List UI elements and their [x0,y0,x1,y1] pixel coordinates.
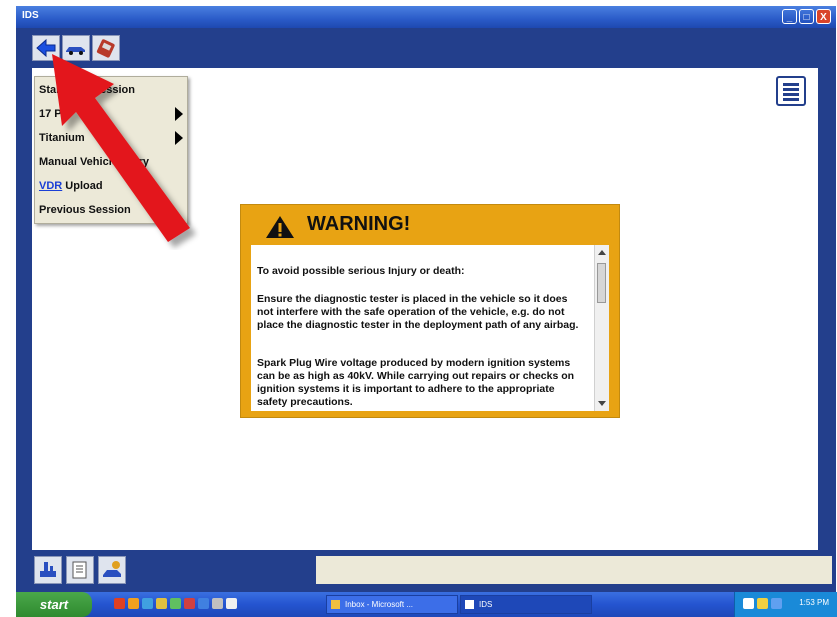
warning-triangle-icon [266,216,294,238]
quicklaunch-icon[interactable] [226,598,237,609]
quicklaunch-icon[interactable] [184,598,195,609]
start-button[interactable]: start [16,592,92,617]
pointer-arrow-icon [52,54,190,242]
warning-paragraph: Spark Plug Wire voltage produced by mode… [257,357,575,408]
task-button-ids[interactable]: IDS [460,595,592,614]
quicklaunch-icon[interactable] [114,598,125,609]
measurement-icon [40,562,56,577]
warning-text-box[interactable]: To avoid possible serious Injury or deat… [251,245,609,411]
documents-icon [72,561,87,579]
ids-icon [465,600,474,609]
window-title: IDS [22,10,39,21]
outlook-icon [331,600,340,609]
scroll-thumb[interactable] [597,263,606,303]
taskbar: start Inbox - Microsoft ... IDS 1:53 PM [16,592,837,617]
list-view-icon[interactable] [776,76,806,106]
close-button[interactable]: X [816,9,831,24]
clock[interactable]: 1:53 PM [799,598,829,607]
warning-paragraph: Ensure the diagnostic tester is placed i… [257,293,579,331]
quicklaunch-icon[interactable] [198,598,209,609]
tray-icon[interactable] [757,598,768,609]
quicklaunch-icon[interactable] [156,598,167,609]
quicklaunch-icon[interactable] [212,598,223,609]
warning-title: WARNING! [307,213,411,235]
system-tray: 1:53 PM [734,592,837,617]
maximize-button[interactable]: □ [799,9,814,24]
quicklaunch-icon[interactable] [128,598,139,609]
workshop-button[interactable] [98,556,126,584]
warning-scrollbar[interactable] [594,245,609,411]
warning-header: WARNING! [241,205,619,245]
tray-icon[interactable] [743,598,754,609]
window-title-bar[interactable]: IDS _ □ X [16,6,836,28]
warning-paragraph: To avoid possible serious Injury or deat… [257,265,465,277]
quicklaunch-icon[interactable] [142,598,153,609]
workshop-icon [103,561,121,577]
scroll-down-icon[interactable] [598,401,606,406]
task-label: Inbox - Microsoft ... [345,600,414,609]
scroll-up-icon[interactable] [598,250,606,255]
quicklaunch-icon[interactable] [170,598,181,609]
minimize-button[interactable]: _ [782,9,797,24]
status-panel [316,556,832,584]
measurement-button[interactable] [34,556,62,584]
start-label: start [39,597,69,612]
bottom-toolbar [16,550,836,592]
task-label: IDS [479,600,493,609]
documents-button[interactable] [66,556,94,584]
tray-icon[interactable] [771,598,782,609]
warning-dialog: WARNING! To avoid possible serious Injur… [240,204,620,418]
task-button-inbox[interactable]: Inbox - Microsoft ... [326,595,458,614]
